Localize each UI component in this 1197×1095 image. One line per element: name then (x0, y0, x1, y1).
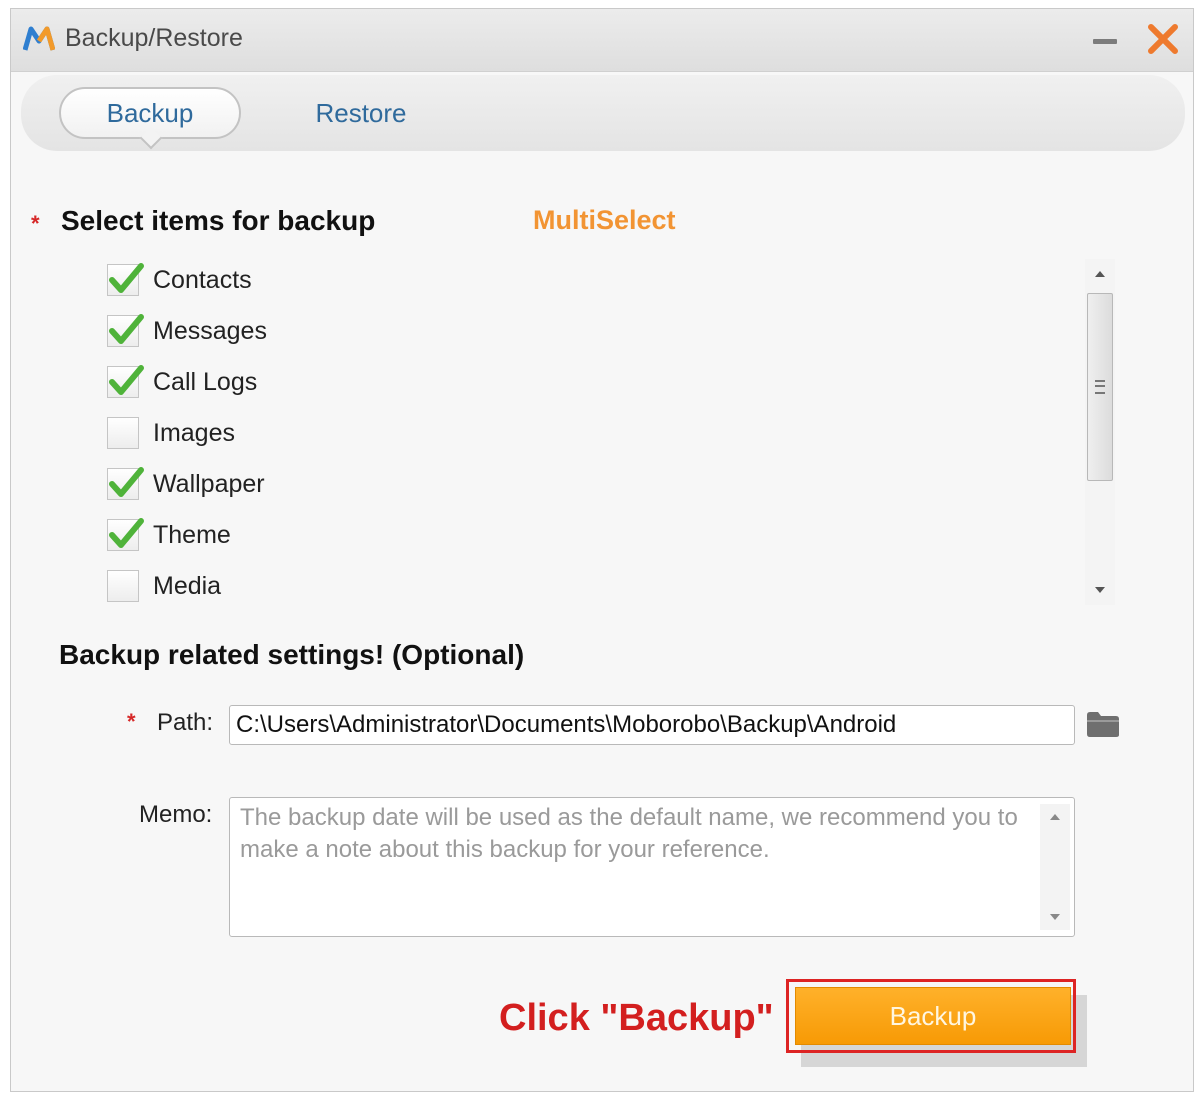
path-required-marker: * (127, 709, 136, 734)
close-button[interactable] (1145, 21, 1181, 57)
scroll-down-arrow-icon[interactable] (1085, 577, 1115, 605)
checkbox-images[interactable] (107, 417, 139, 449)
title-bar[interactable]: Backup/Restore (11, 9, 1193, 72)
checkmark-icon (109, 365, 144, 395)
memo-label: Memo: (139, 801, 213, 828)
item-label: Images (153, 419, 235, 447)
app-logo-icon (23, 26, 55, 51)
item-label: Contacts (153, 266, 252, 294)
item-label: Call Logs (153, 368, 258, 396)
path-label: Path: (157, 709, 214, 736)
window-title: Backup/Restore (65, 24, 243, 52)
close-icon (1148, 24, 1178, 54)
browse-folder-button[interactable] (1085, 709, 1121, 739)
select-items-heading: Select items for backup (61, 205, 376, 236)
folder-icon (1087, 712, 1119, 737)
memo-box (229, 797, 1075, 937)
memo-scroll-up-arrow-icon[interactable] (1040, 804, 1070, 830)
checkmark-icon (109, 518, 144, 548)
memo-scrollbar[interactable] (1040, 804, 1070, 930)
multiselect-link[interactable]: MultiSelect (533, 205, 676, 236)
scroll-up-arrow-icon[interactable] (1085, 259, 1115, 287)
items-scrollbar[interactable] (1085, 259, 1115, 605)
minimize-button[interactable] (1089, 23, 1123, 57)
item-label: Theme (153, 521, 231, 549)
checkbox-media[interactable] (107, 570, 139, 602)
checkmark-icon (109, 263, 144, 293)
tab-backup[interactable]: Backup (59, 87, 241, 139)
checkmark-icon (109, 314, 144, 344)
backup-restore-window: Backup/Restore Backup Restore * Select i… (10, 8, 1194, 1092)
tab-restore[interactable]: Restore (291, 87, 431, 139)
checkmark-icon (109, 467, 144, 497)
item-label: Messages (153, 317, 267, 345)
memo-textarea[interactable] (230, 798, 1030, 936)
click-backup-annotation: Click "Backup" (499, 997, 774, 1039)
grip-icon (1095, 380, 1105, 394)
settings-heading: Backup related settings! (Optional) (59, 639, 525, 670)
memo-scroll-down-arrow-icon[interactable] (1040, 904, 1070, 930)
scrollbar-thumb[interactable] (1087, 293, 1113, 481)
path-input[interactable] (229, 705, 1075, 745)
backup-button[interactable]: Backup (795, 987, 1071, 1045)
item-label: Wallpaper (153, 470, 265, 498)
tab-strip: Backup Restore (21, 75, 1185, 151)
item-label: Media (153, 572, 222, 600)
required-marker: * (31, 211, 40, 236)
